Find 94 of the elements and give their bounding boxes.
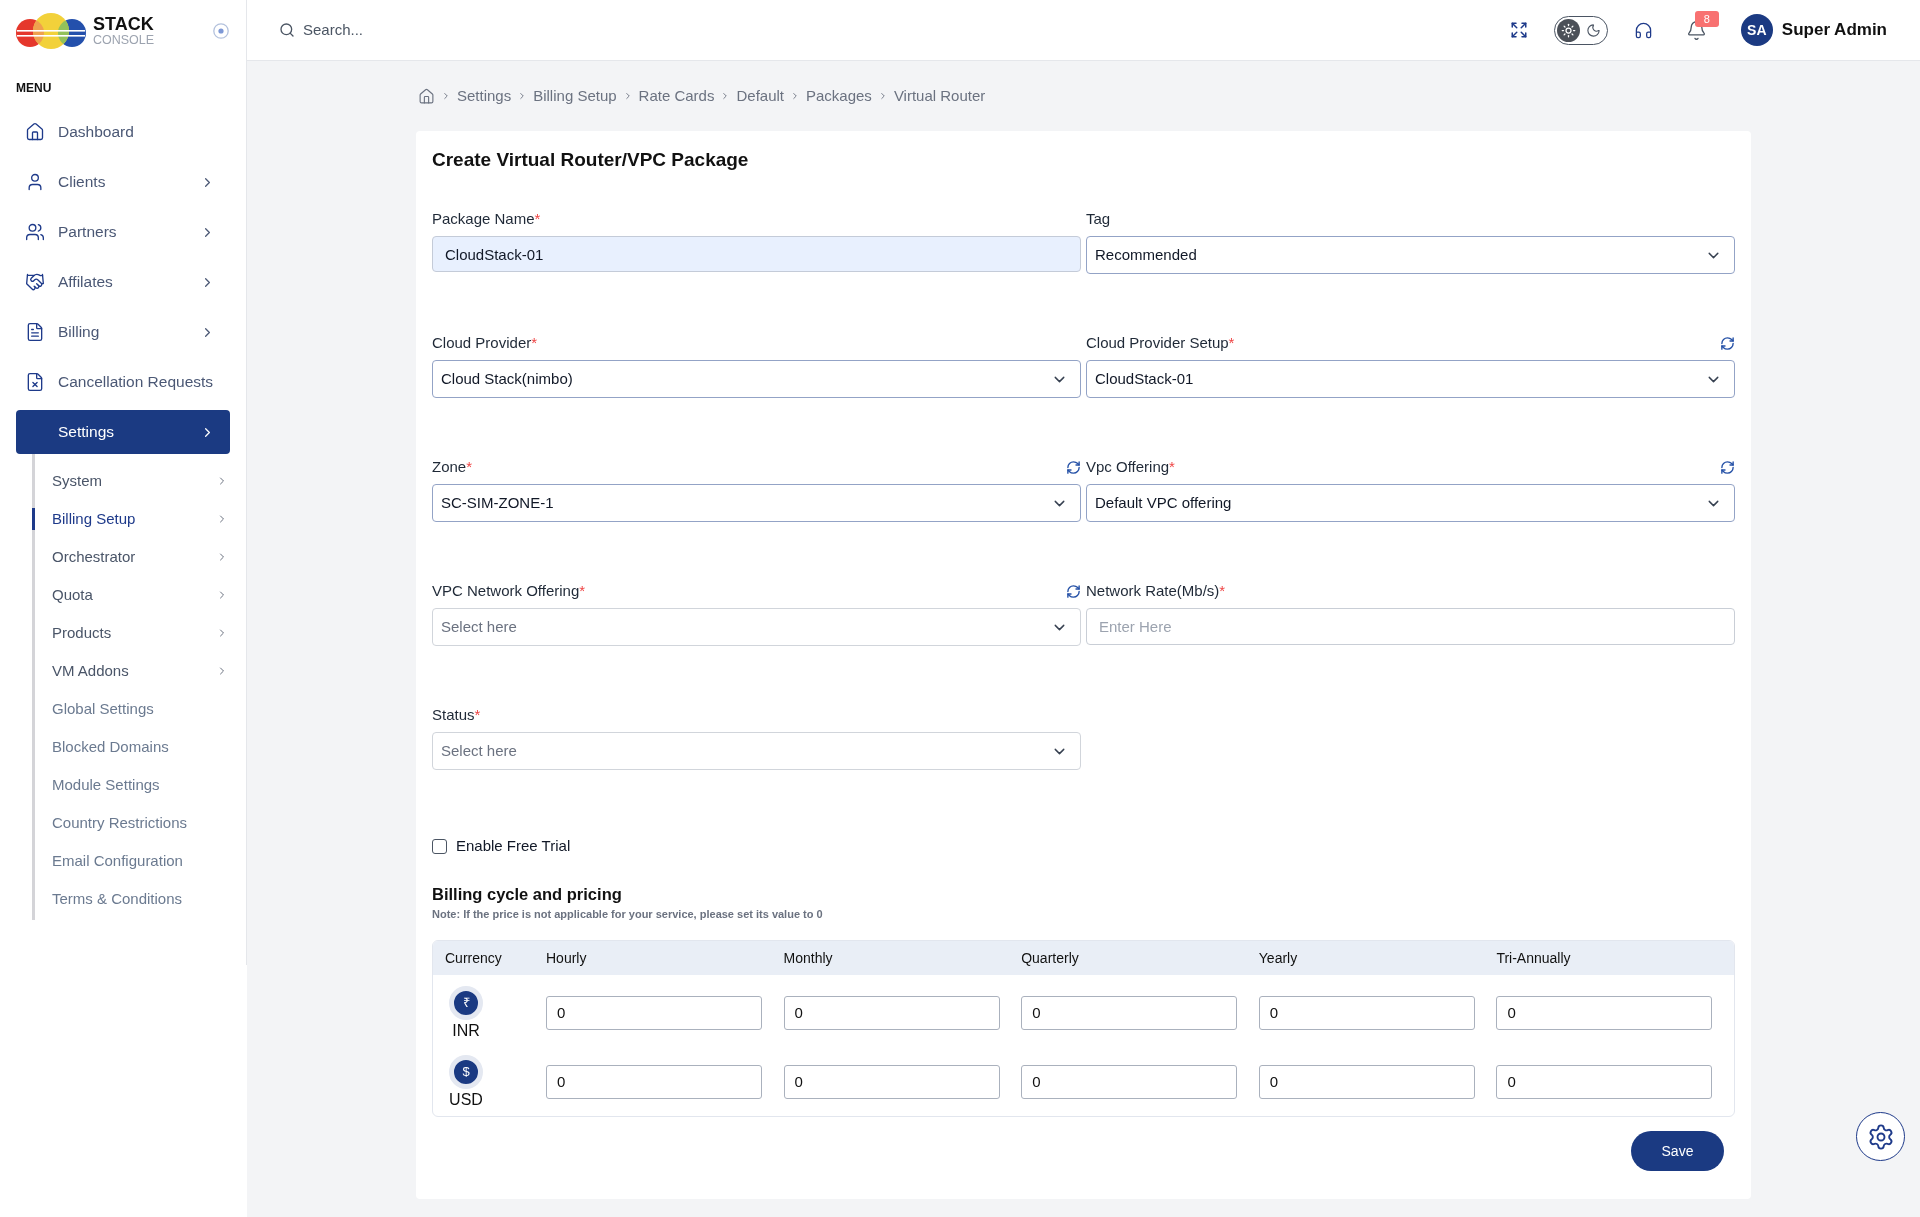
currency-code: USD	[449, 1090, 483, 1109]
column-header: Quarterly	[1021, 948, 1079, 968]
search-icon	[279, 22, 295, 38]
field-label: Cloud Provider Setup*	[1086, 332, 1235, 353]
breadcrumb-link[interactable]: Rate Cards	[638, 84, 715, 108]
select-field[interactable]: SC-SIM-ZONE-1	[432, 484, 1081, 522]
submenu-item[interactable]: Country Restrictions	[35, 804, 246, 842]
headset-icon[interactable]	[1633, 20, 1653, 40]
price-input[interactable]: 0	[1258, 1064, 1475, 1099]
field-label: Cloud Provider*	[432, 332, 538, 353]
select-field[interactable]: Select here	[432, 608, 1081, 646]
currency-symbol: $	[449, 1054, 483, 1089]
field-label: Package Name*	[432, 208, 541, 229]
price-input[interactable]: 0	[1021, 1064, 1238, 1099]
price-input[interactable]: 0	[546, 1064, 762, 1099]
document-icon	[25, 322, 45, 342]
submenu-item[interactable]: VM Addons	[35, 652, 246, 690]
price-input[interactable]: 0	[783, 1064, 1000, 1099]
breadcrumb-link[interactable]: Billing Setup	[533, 84, 617, 108]
sidebar-item[interactable]: Dashboard	[16, 110, 230, 154]
price-input[interactable]: 0	[1258, 995, 1475, 1030]
column-header: Yearly	[1258, 948, 1298, 968]
refresh-icon[interactable]	[1720, 459, 1735, 475]
submenu-item[interactable]: Module Settings	[35, 766, 246, 804]
submenu-item[interactable]: Global Settings	[35, 690, 246, 728]
chevron-right-icon	[441, 91, 451, 101]
handshake-icon	[25, 272, 45, 292]
sidebar-item[interactable]: Cancellation Requests	[16, 360, 230, 404]
column-header: Currency	[445, 948, 502, 968]
document-x-icon	[25, 372, 45, 392]
breadcrumb-link[interactable]: Default	[736, 84, 784, 108]
breadcrumb-link[interactable]: Virtual Router	[893, 84, 986, 108]
logo-title: STACK	[93, 14, 155, 33]
logo-subtitle: CONSOLE	[93, 32, 155, 47]
notification-count: 8	[1694, 10, 1719, 27]
text-input[interactable]: CloudStack-01	[432, 236, 1081, 272]
submenu-item[interactable]: Quota	[35, 576, 246, 614]
sidebar-item[interactable]: Affilates	[16, 260, 230, 304]
checkbox-label: Enable Free Trial	[456, 835, 571, 856]
fullscreen-icon[interactable]	[1509, 21, 1528, 39]
select-field[interactable]: Recommended	[1086, 236, 1735, 274]
home-icon	[25, 122, 45, 142]
user-avatar[interactable]: SA	[1740, 14, 1773, 46]
breadcrumb-link[interactable]: Settings	[457, 84, 512, 108]
column-header: Hourly	[546, 948, 587, 968]
user-name[interactable]: Super Admin	[1781, 17, 1887, 43]
home-icon[interactable]	[418, 87, 435, 105]
text-input[interactable]: Enter Here	[1086, 608, 1735, 645]
field-label: Tag	[1086, 208, 1111, 229]
save-button[interactable]: Save	[1631, 1131, 1724, 1171]
submenu-item[interactable]: Blocked Domains	[35, 728, 246, 766]
sidebar-item[interactable]: Billing	[16, 310, 230, 354]
select-field[interactable]: Default VPC offering	[1086, 484, 1735, 522]
field-label: Status*	[432, 704, 481, 725]
form-title: Create Virtual Router/VPC Package	[432, 148, 750, 172]
menu-heading: MENU	[16, 80, 52, 96]
refresh-icon[interactable]	[1066, 459, 1081, 475]
price-input[interactable]: 0	[1496, 995, 1713, 1030]
field-label: Network Rate(Mb/s)*	[1086, 580, 1226, 601]
users-icon	[25, 222, 45, 242]
column-header: Monthly	[783, 948, 833, 968]
pricing-note: Note: If the price is not applicable for your service, please set its value to 0	[432, 907, 824, 922]
field-label: Zone*	[432, 456, 473, 477]
submenu-item[interactable]: Billing Setup	[35, 500, 246, 538]
price-input[interactable]: 0	[783, 995, 1000, 1030]
logo-icon	[16, 11, 86, 50]
circle-dot-icon[interactable]	[213, 22, 229, 39]
refresh-icon[interactable]	[1720, 335, 1735, 351]
chevron-right-icon	[790, 91, 800, 101]
field-label: Vpc Offering*	[1086, 456, 1175, 477]
select-field[interactable]: CloudStack-01	[1086, 360, 1735, 398]
price-input[interactable]: 0	[1021, 995, 1238, 1030]
sidebar-item[interactable]: Partners	[16, 210, 230, 254]
select-field[interactable]: Cloud Stack(nimbo)	[432, 360, 1081, 398]
currency-code: INR	[452, 1021, 480, 1040]
refresh-icon[interactable]	[1066, 583, 1081, 599]
sidebar-item[interactable]: Clients	[16, 160, 230, 204]
column-header: Tri-Annually	[1496, 948, 1571, 968]
select-field[interactable]: Select here	[432, 732, 1081, 770]
price-input[interactable]: 0	[1496, 1064, 1713, 1099]
checkbox[interactable]	[432, 838, 447, 854]
search-field[interactable]: Search...	[303, 18, 603, 42]
field-label: VPC Network Offering*	[432, 580, 586, 601]
submenu-item[interactable]: Orchestrator	[35, 538, 246, 576]
section-title: Billing cycle and pricing	[432, 884, 623, 905]
submenu-item[interactable]: System	[35, 462, 246, 500]
currency-symbol: ₹	[449, 985, 483, 1020]
submenu-item[interactable]: Terms & Conditions	[35, 880, 246, 918]
submenu-item[interactable]: Email Configuration	[35, 842, 246, 880]
submenu-item[interactable]: Products	[35, 614, 246, 652]
price-input[interactable]: 0	[546, 995, 762, 1030]
active-indicator	[32, 508, 35, 530]
breadcrumb-link[interactable]: Packages	[806, 84, 872, 108]
sidebar-item[interactable]: Settings	[16, 410, 230, 454]
